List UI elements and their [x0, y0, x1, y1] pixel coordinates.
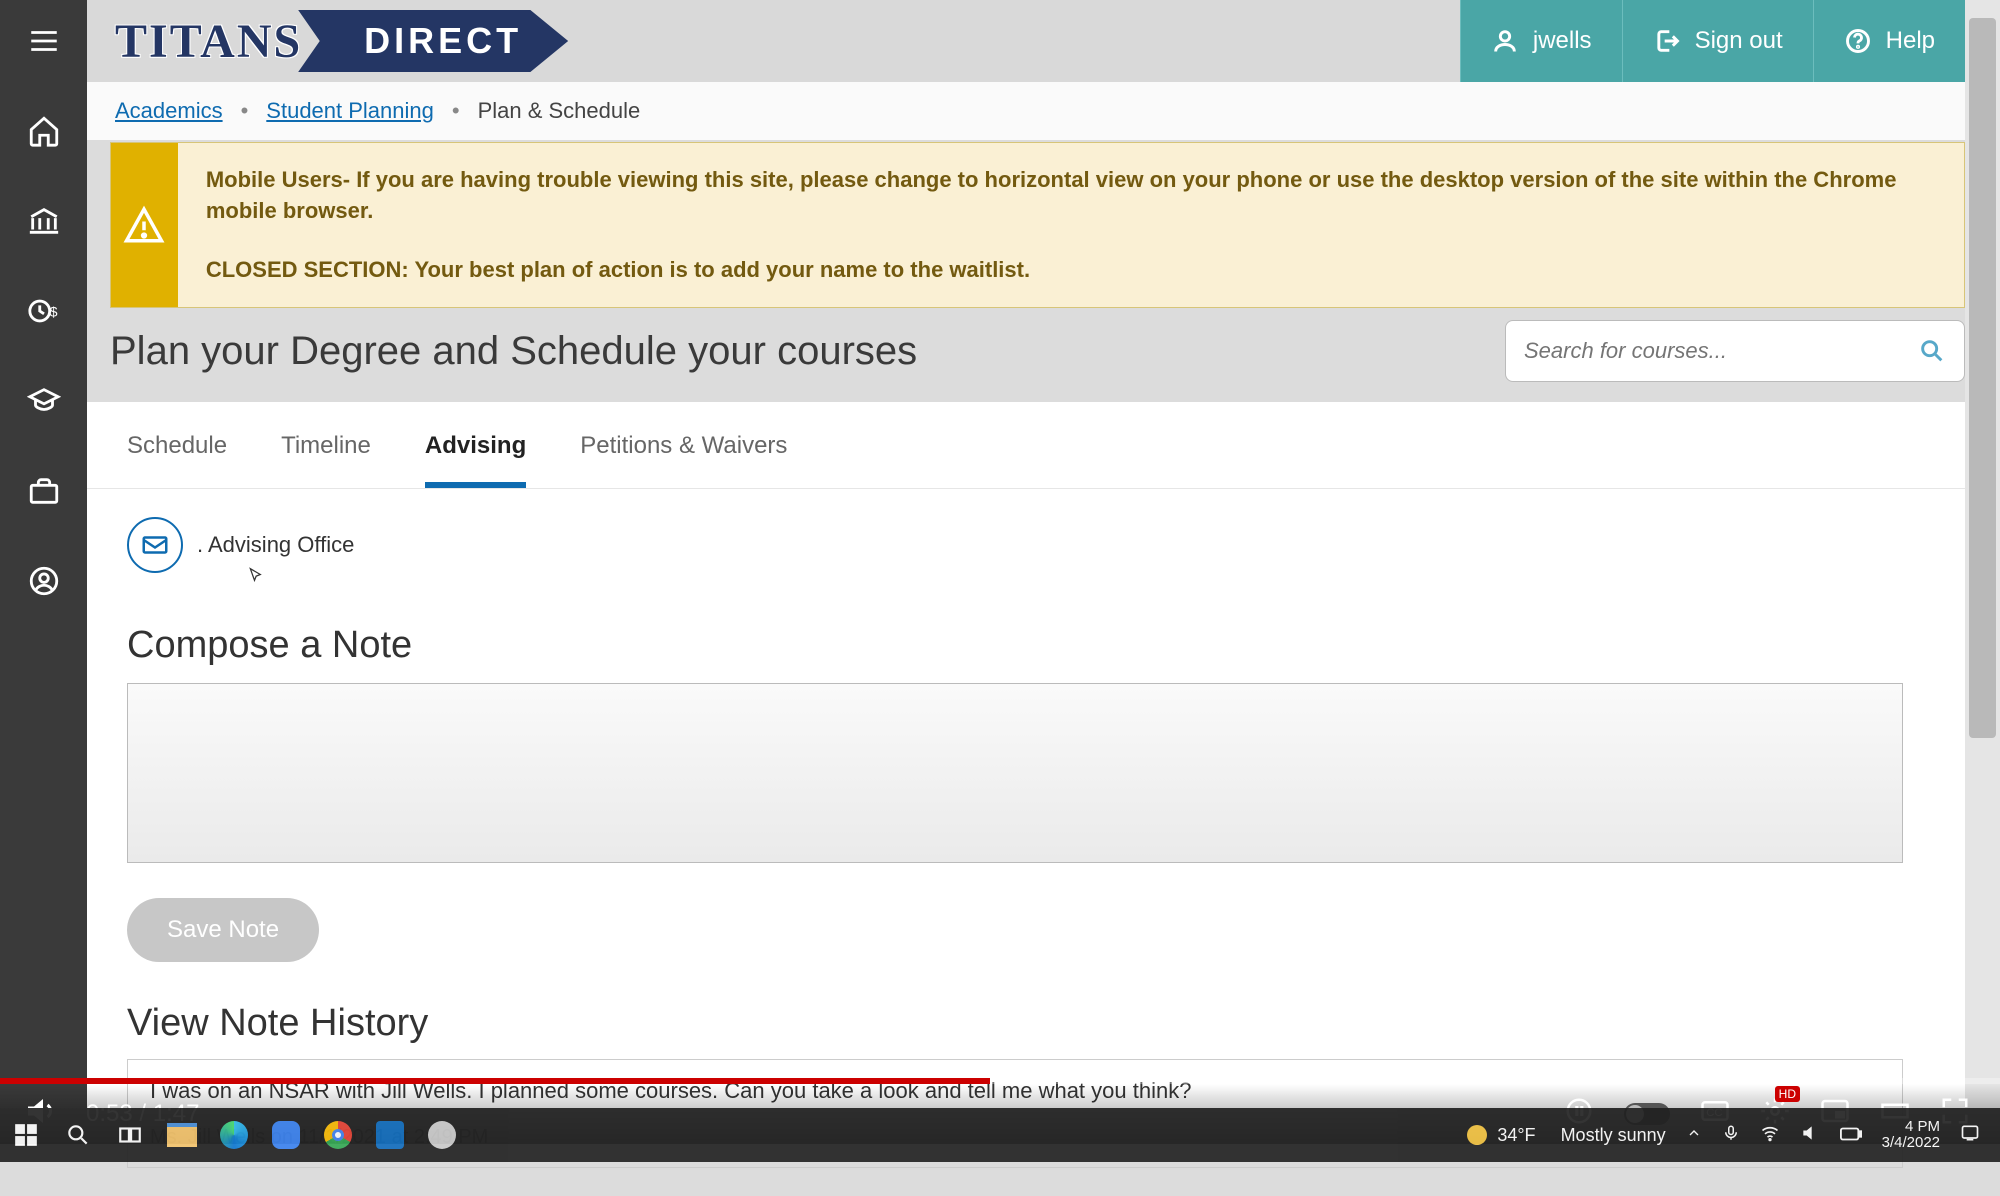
advisor-mail-button[interactable]	[127, 517, 183, 573]
sign-out-label: Sign out	[1695, 27, 1783, 55]
taskbar-zoom[interactable]	[260, 1108, 312, 1162]
breadcrumb-current: Plan & Schedule	[478, 98, 641, 124]
logo-text-left: TITANS	[115, 14, 302, 69]
tab-advising[interactable]: Advising	[425, 432, 526, 488]
main-panel: Schedule Timeline Advising Petitions & W…	[87, 402, 1965, 1108]
windows-taskbar: 34°F Mostly sunny 4 PM 3/4/2022	[0, 1108, 2000, 1162]
scrollbar-thumb[interactable]	[1969, 18, 1996, 738]
task-view-icon[interactable]	[104, 1108, 156, 1162]
tray-wifi-icon[interactable]	[1760, 1123, 1780, 1148]
compose-heading: Compose a Note	[127, 624, 1925, 667]
compose-note-textarea[interactable]	[127, 683, 1903, 863]
alert-line-1: Mobile Users- If you are having trouble …	[206, 165, 1936, 227]
help-label: Help	[1886, 27, 1935, 55]
user-icon	[1491, 27, 1519, 55]
taskbar-clock[interactable]: 4 PM 3/4/2022	[1882, 1119, 1940, 1152]
tray-notifications-icon[interactable]	[1960, 1123, 1980, 1148]
taskbar-file-explorer[interactable]	[156, 1108, 208, 1162]
user-menu[interactable]: jwells	[1460, 0, 1622, 82]
breadcrumb: Academics • Student Planning • Plan & Sc…	[87, 82, 1965, 140]
advisor-name: . Advising Office	[197, 532, 354, 558]
mail-icon	[140, 530, 170, 560]
taskbar-search-icon[interactable]	[52, 1108, 104, 1162]
history-heading: View Note History	[127, 1002, 1925, 1045]
weather-sun-icon	[1467, 1125, 1487, 1145]
time-money-icon[interactable]: $	[25, 292, 63, 330]
start-button[interactable]	[0, 1108, 52, 1162]
tab-timeline[interactable]: Timeline	[281, 432, 371, 488]
taskbar-weather[interactable]: 34°F Mostly sunny	[1467, 1125, 1665, 1146]
app-logo[interactable]: TITANS DIRECT	[115, 10, 568, 72]
cursor-icon	[247, 567, 267, 587]
user-circle-icon[interactable]	[25, 562, 63, 600]
taskbar-outlook[interactable]	[364, 1108, 416, 1162]
breadcrumb-academics[interactable]: Academics	[115, 98, 223, 124]
username-label: jwells	[1533, 27, 1592, 55]
taskbar-chrome[interactable]	[312, 1108, 364, 1162]
search-input[interactable]	[1524, 338, 1918, 364]
home-icon[interactable]	[25, 112, 63, 150]
tray-chevron-icon[interactable]	[1686, 1125, 1702, 1146]
bank-icon[interactable]	[25, 202, 63, 240]
page-title: Plan your Degree and Schedule your cours…	[110, 329, 917, 374]
alert-line-2: CLOSED SECTION: Your best plan of action…	[206, 255, 1936, 286]
breadcrumb-student-planning[interactable]: Student Planning	[266, 98, 434, 124]
browser-scrollbar[interactable]	[1965, 0, 2000, 1108]
sign-out-button[interactable]: Sign out	[1622, 0, 1813, 82]
graduation-cap-icon[interactable]	[25, 382, 63, 420]
top-bar: TITANS DIRECT jwells Sign out Help	[87, 0, 1965, 82]
tab-petitions[interactable]: Petitions & Waivers	[580, 432, 787, 488]
help-icon	[1844, 27, 1872, 55]
menu-icon[interactable]	[25, 22, 63, 60]
taskbar-snip[interactable]	[416, 1108, 468, 1162]
logo-text-right: DIRECT	[298, 10, 568, 72]
tray-mic-icon[interactable]	[1722, 1124, 1740, 1147]
hd-badge: HD	[1775, 1086, 1800, 1102]
save-note-button[interactable]: Save Note	[127, 898, 319, 962]
warning-icon	[111, 143, 178, 307]
search-icon[interactable]	[1918, 337, 1946, 365]
briefcase-icon[interactable]	[25, 472, 63, 510]
course-search[interactable]	[1505, 320, 1965, 382]
tabstrip: Schedule Timeline Advising Petitions & W…	[87, 402, 1965, 489]
sign-out-icon	[1653, 27, 1681, 55]
taskbar-edge[interactable]	[208, 1108, 260, 1162]
svg-text:$: $	[49, 305, 57, 321]
tray-battery-icon[interactable]	[1840, 1125, 1862, 1146]
help-button[interactable]: Help	[1813, 0, 1965, 82]
tab-schedule[interactable]: Schedule	[127, 432, 227, 488]
left-nav-rail: $	[0, 0, 87, 1108]
warning-banner: Mobile Users- If you are having trouble …	[110, 142, 1965, 308]
tray-volume-icon[interactable]	[1800, 1123, 1820, 1148]
